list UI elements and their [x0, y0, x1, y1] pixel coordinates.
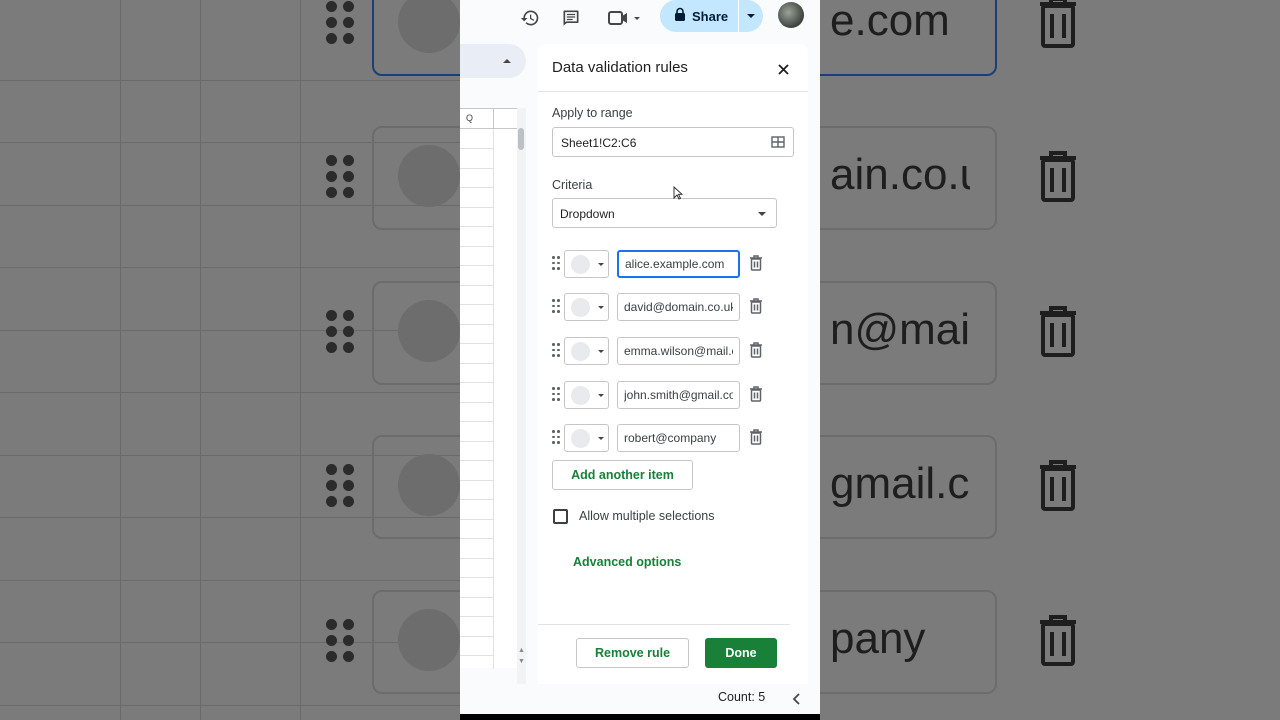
- color-swatch: [571, 298, 590, 317]
- column-header-label: Q: [466, 113, 474, 123]
- criteria-value: Dropdown: [560, 207, 615, 221]
- share-dropdown-button[interactable]: [739, 0, 763, 32]
- item-value-input[interactable]: [617, 250, 740, 278]
- drag-handle-icon[interactable]: [552, 299, 560, 313]
- drag-handle-icon: [326, 464, 356, 507]
- background-text: pany: [830, 614, 926, 663]
- trash-icon: [1036, 459, 1080, 511]
- column-header[interactable]: Q: [460, 109, 518, 129]
- spreadsheet-strip: Q ▲ ▼ ◀ ▶: [460, 44, 526, 720]
- top-toolbar: Share: [460, 0, 820, 40]
- item-color-select[interactable]: [564, 337, 609, 365]
- background-color-dot: [398, 145, 460, 207]
- scroll-up-arrow-icon[interactable]: ▲: [518, 647, 525, 654]
- color-swatch: [571, 386, 590, 405]
- share-label: Share: [692, 8, 729, 24]
- caret-down-icon: [598, 306, 604, 309]
- done-button[interactable]: Done: [705, 638, 777, 668]
- drag-handle-icon: [326, 310, 356, 353]
- criteria-select[interactable]: Dropdown: [552, 198, 777, 228]
- caret-down-icon: [598, 350, 604, 353]
- panel-title: Data validation rules: [552, 59, 688, 76]
- history-icon[interactable]: [518, 6, 542, 30]
- criteria-label: Criteria: [552, 178, 593, 192]
- caret-down-icon: [598, 394, 604, 397]
- item-color-select[interactable]: [564, 424, 609, 452]
- item-value-input[interactable]: [617, 337, 740, 365]
- trash-icon[interactable]: [749, 342, 765, 360]
- dropdown-item-row: [552, 423, 782, 453]
- status-bar: Count: 5: [460, 684, 820, 714]
- background-text: n@mail.c: [830, 305, 970, 354]
- background-text: e.com: [830, 0, 950, 45]
- trash-icon[interactable]: [749, 298, 765, 316]
- dropdown-item-row: [552, 380, 782, 410]
- drag-handle-icon[interactable]: [552, 343, 560, 357]
- caret-down-icon: [598, 437, 604, 440]
- video-camera-icon[interactable]: [606, 6, 642, 30]
- color-swatch: [571, 342, 590, 361]
- background-text: gmail.cc: [830, 459, 970, 508]
- item-value-input[interactable]: [617, 293, 740, 321]
- sheet-grid[interactable]: Q: [460, 108, 518, 669]
- vertical-scrollbar[interactable]: [517, 108, 526, 688]
- footer-divider: [538, 624, 790, 625]
- drag-handle-icon: [326, 1, 356, 44]
- panel-divider: [538, 91, 808, 92]
- trash-icon: [1036, 305, 1080, 357]
- select-range-grid-icon[interactable]: [771, 135, 785, 149]
- background-text: ain.co.uk: [830, 150, 970, 199]
- avatar[interactable]: [778, 2, 804, 28]
- color-swatch: [571, 255, 590, 274]
- advanced-options-link[interactable]: Advanced options: [573, 555, 681, 569]
- scrollbar-thumb[interactable]: [518, 128, 524, 150]
- apply-range-label: Apply to range: [552, 106, 633, 120]
- caret-down-icon: [598, 263, 604, 266]
- trash-icon[interactable]: [749, 255, 765, 273]
- item-value-input[interactable]: [617, 381, 740, 409]
- mouse-cursor-icon: [673, 185, 684, 200]
- drag-handle-icon: [326, 155, 356, 198]
- remove-rule-button[interactable]: Remove rule: [576, 638, 689, 668]
- collapse-toolbar-button[interactable]: [460, 44, 526, 78]
- count-display[interactable]: Count: 5: [718, 690, 765, 704]
- drag-handle-icon[interactable]: [552, 430, 560, 444]
- data-validation-panel: Data validation rules Apply to range She…: [538, 44, 808, 684]
- add-another-item-button[interactable]: Add another item: [552, 460, 693, 490]
- background-color-dot: [398, 454, 460, 516]
- trash-icon[interactable]: [749, 429, 765, 447]
- item-color-select[interactable]: [564, 250, 609, 278]
- background-color-dot: [398, 300, 460, 362]
- lock-icon: [674, 7, 686, 26]
- bottom-bar: [460, 714, 820, 720]
- sheets-app: Share Q ▲ ▼ ◀ ▶ Data validation rul: [460, 0, 820, 720]
- drag-handle-icon[interactable]: [552, 387, 560, 401]
- chevron-up-icon: [503, 59, 511, 63]
- item-value-input[interactable]: [617, 424, 740, 452]
- comment-icon[interactable]: [559, 6, 583, 30]
- drag-handle-icon[interactable]: [552, 256, 560, 270]
- scroll-down-arrow-icon[interactable]: ▼: [518, 658, 525, 665]
- dropdown-item-row: [552, 249, 782, 279]
- allow-multiple-label: Allow multiple selections: [579, 509, 715, 523]
- trash-icon[interactable]: [749, 386, 765, 404]
- trash-icon: [1036, 614, 1080, 666]
- dropdown-item-row: [552, 292, 782, 322]
- dropdown-item-row: [552, 336, 782, 366]
- item-color-select[interactable]: [564, 381, 609, 409]
- caret-down-icon: [758, 212, 766, 216]
- background-color-dot: [398, 609, 460, 671]
- range-field[interactable]: Sheet1!C2:C6: [552, 127, 794, 157]
- share-button[interactable]: Share: [660, 0, 763, 32]
- trash-icon: [1036, 0, 1080, 48]
- allow-multiple-checkbox[interactable]: [553, 509, 568, 524]
- color-swatch: [571, 429, 590, 448]
- close-icon[interactable]: [774, 60, 792, 78]
- trash-icon: [1036, 150, 1080, 202]
- item-color-select[interactable]: [564, 293, 609, 321]
- drag-handle-icon: [326, 619, 356, 662]
- range-value: Sheet1!C2:C6: [561, 136, 637, 150]
- chevron-left-icon[interactable]: [790, 692, 804, 706]
